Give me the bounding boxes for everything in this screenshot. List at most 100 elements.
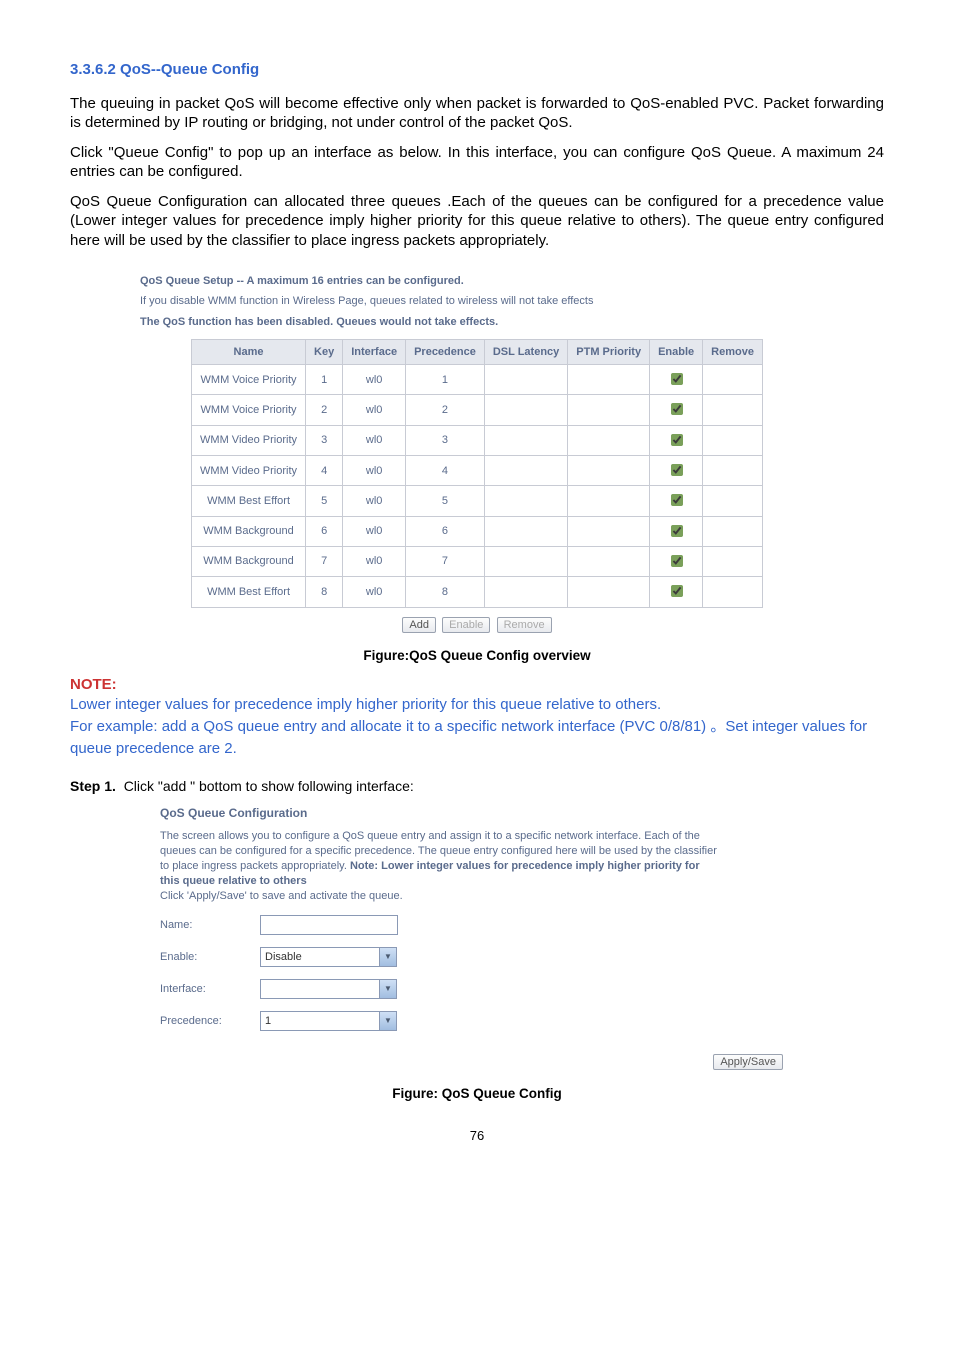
cell-ptm-priority xyxy=(568,395,650,425)
cell-key: 6 xyxy=(306,516,343,546)
cell-remove xyxy=(703,486,763,516)
cell-precedence: 1 xyxy=(406,365,485,395)
row-name: Name: xyxy=(160,915,884,935)
cell-name: WMM Video Priority xyxy=(192,456,306,486)
cell-ptm-priority xyxy=(568,486,650,516)
th-precedence: Precedence xyxy=(406,339,485,364)
paragraph-1: The queuing in packet QoS will become ef… xyxy=(70,94,884,133)
conf-desc-2: Click 'Apply/Save' to save and activate … xyxy=(160,890,403,902)
cell-key: 3 xyxy=(306,425,343,455)
cell-name: WMM Voice Priority xyxy=(192,395,306,425)
cell-remove xyxy=(703,456,763,486)
precedence-select[interactable]: 1 ▼ xyxy=(260,1011,397,1031)
label-enable: Enable: xyxy=(160,950,260,964)
label-name: Name: xyxy=(160,918,260,932)
cell-interface: wl0 xyxy=(343,577,406,607)
table-row: WMM Best Effort8wl08 xyxy=(192,577,763,607)
table-header-row: Name Key Interface Precedence DSL Latenc… xyxy=(192,339,763,364)
cell-precedence: 6 xyxy=(406,516,485,546)
cell-precedence: 8 xyxy=(406,577,485,607)
cell-precedence: 2 xyxy=(406,395,485,425)
enable-checkbox[interactable] xyxy=(671,555,683,567)
cell-enable xyxy=(650,546,703,576)
cell-dsl-latency xyxy=(484,365,567,395)
cell-key: 5 xyxy=(306,486,343,516)
cell-enable xyxy=(650,395,703,425)
cell-key: 7 xyxy=(306,546,343,576)
note-line-1: Lower integer values for precedence impl… xyxy=(70,694,884,716)
enable-checkbox[interactable] xyxy=(671,585,683,597)
chevron-down-icon: ▼ xyxy=(379,948,396,966)
table-row: WMM Background7wl07 xyxy=(192,546,763,576)
enable-checkbox[interactable] xyxy=(671,494,683,506)
enable-checkbox[interactable] xyxy=(671,434,683,446)
page-number: 76 xyxy=(70,1128,884,1145)
remove-button[interactable]: Remove xyxy=(497,617,552,633)
queue-setup-block: QoS Queue Setup -- A maximum 16 entries … xyxy=(140,274,884,329)
table-button-row: Add Enable Remove xyxy=(70,614,884,634)
table-row: WMM Video Priority3wl03 xyxy=(192,425,763,455)
queue-table: Name Key Interface Precedence DSL Latenc… xyxy=(191,339,763,608)
cell-dsl-latency xyxy=(484,425,567,455)
cell-remove xyxy=(703,365,763,395)
interface-select[interactable]: ▼ xyxy=(260,979,397,999)
cell-ptm-priority xyxy=(568,425,650,455)
cell-enable xyxy=(650,486,703,516)
chevron-down-icon: ▼ xyxy=(379,980,396,998)
cell-remove xyxy=(703,577,763,607)
cell-interface: wl0 xyxy=(343,425,406,455)
apply-save-button[interactable]: Apply/Save xyxy=(713,1054,783,1070)
setup-title: QoS Queue Setup -- A maximum 16 entries … xyxy=(140,274,884,288)
label-precedence: Precedence: xyxy=(160,1014,260,1028)
figure-caption-1: Figure:QoS Queue Config overview xyxy=(70,647,884,665)
cell-ptm-priority xyxy=(568,456,650,486)
cell-interface: wl0 xyxy=(343,516,406,546)
th-interface: Interface xyxy=(343,339,406,364)
row-precedence: Precedence: 1 ▼ xyxy=(160,1011,884,1031)
cell-name: WMM Voice Priority xyxy=(192,365,306,395)
cell-ptm-priority xyxy=(568,365,650,395)
figure-caption-2: Figure: QoS Queue Config xyxy=(70,1085,884,1103)
qos-queue-configuration-block: QoS Queue Configuration The screen allow… xyxy=(160,806,884,1032)
cell-remove xyxy=(703,516,763,546)
cell-ptm-priority xyxy=(568,546,650,576)
cell-precedence: 3 xyxy=(406,425,485,455)
row-enable: Enable: Disable ▼ xyxy=(160,947,884,967)
cell-key: 2 xyxy=(306,395,343,425)
cell-precedence: 4 xyxy=(406,456,485,486)
cell-interface: wl0 xyxy=(343,546,406,576)
step-1-label: Step 1. xyxy=(70,778,116,794)
cell-key: 8 xyxy=(306,577,343,607)
table-row: WMM Voice Priority1wl01 xyxy=(192,365,763,395)
cell-name: WMM Background xyxy=(192,516,306,546)
enable-select[interactable]: Disable ▼ xyxy=(260,947,397,967)
cell-dsl-latency xyxy=(484,546,567,576)
cell-enable xyxy=(650,577,703,607)
table-row: WMM Background6wl06 xyxy=(192,516,763,546)
enable-checkbox[interactable] xyxy=(671,403,683,415)
cell-name: WMM Best Effort xyxy=(192,577,306,607)
cell-precedence: 7 xyxy=(406,546,485,576)
enable-checkbox[interactable] xyxy=(671,525,683,537)
th-dsl-latency: DSL Latency xyxy=(484,339,567,364)
th-remove: Remove xyxy=(703,339,763,364)
enable-select-value: Disable xyxy=(261,950,379,964)
enable-button[interactable]: Enable xyxy=(442,617,490,633)
cell-dsl-latency xyxy=(484,486,567,516)
add-button[interactable]: Add xyxy=(402,617,436,633)
cell-enable xyxy=(650,516,703,546)
paragraph-2: Click "Queue Config" to pop up an interf… xyxy=(70,143,884,182)
th-enable: Enable xyxy=(650,339,703,364)
setup-wmm-note: If you disable WMM function in Wireless … xyxy=(140,294,884,308)
conf-description: The screen allows you to configure a QoS… xyxy=(160,829,720,903)
cell-enable xyxy=(650,456,703,486)
cell-interface: wl0 xyxy=(343,365,406,395)
note-label: NOTE: xyxy=(70,675,884,695)
enable-checkbox[interactable] xyxy=(671,464,683,476)
setup-disabled-note: The QoS function has been disabled. Queu… xyxy=(140,315,884,329)
cell-dsl-latency xyxy=(484,456,567,486)
enable-checkbox[interactable] xyxy=(671,373,683,385)
name-input[interactable] xyxy=(260,915,398,935)
cell-remove xyxy=(703,395,763,425)
cell-interface: wl0 xyxy=(343,395,406,425)
